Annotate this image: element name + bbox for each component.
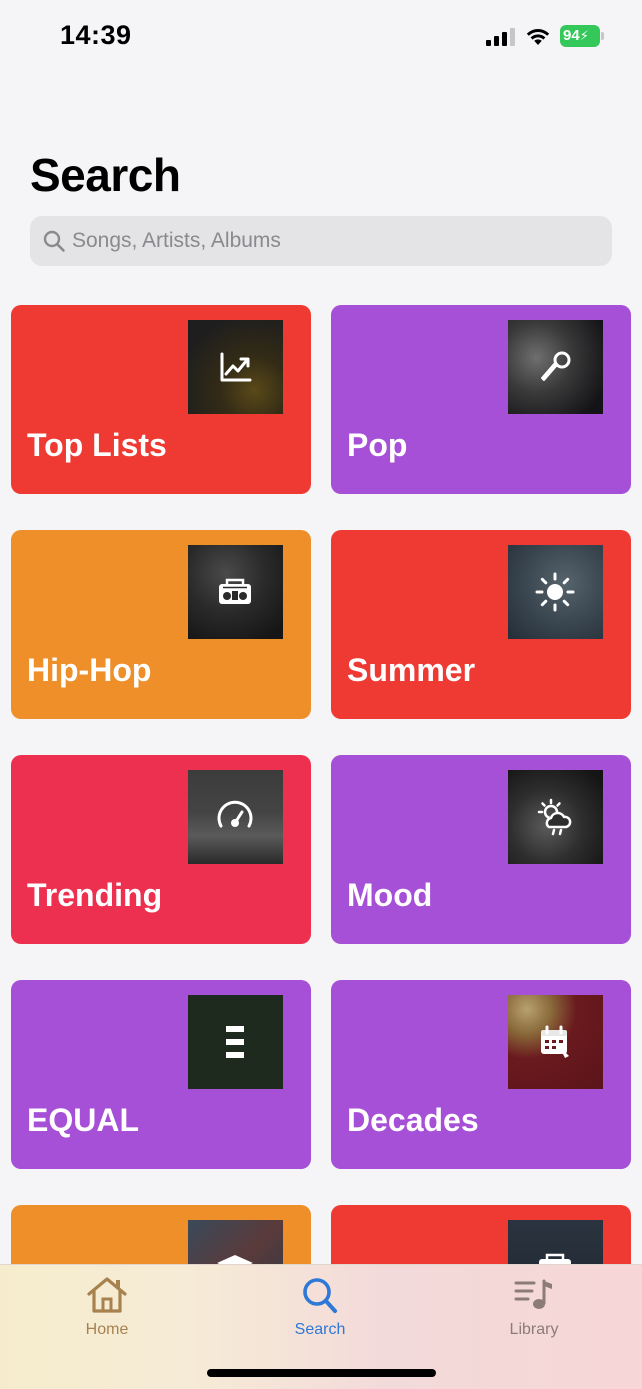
tab-home[interactable]: Home: [37, 1275, 177, 1345]
music-library-icon: [514, 1279, 552, 1309]
home-indicator[interactable]: [207, 1369, 436, 1377]
boombox-icon: [219, 578, 251, 604]
speedometer-icon: [217, 800, 253, 828]
category-artwork: [188, 1220, 283, 1264]
category-artwork: [508, 1220, 603, 1264]
category-card-decades[interactable]: Decades: [331, 980, 631, 1169]
category-card-pop[interactable]: Pop: [331, 305, 631, 494]
category-grid: Top Lists Pop Hip-Hop Summer Trending Mo…: [0, 0, 642, 1264]
category-artwork: [188, 770, 283, 864]
category-card-partial-left[interactable]: [11, 1205, 311, 1264]
category-artwork: [188, 995, 283, 1089]
category-card-partial-right[interactable]: [331, 1205, 631, 1264]
sun-cloud-rain-icon: [537, 798, 572, 836]
tab-library[interactable]: Library: [464, 1275, 604, 1345]
category-card-mood[interactable]: Mood: [331, 755, 631, 944]
category-card-top-lists[interactable]: Top Lists: [11, 305, 311, 494]
sun-icon: [535, 572, 575, 612]
category-label: Trending: [27, 877, 163, 913]
boombox-icon: [539, 1253, 571, 1264]
category-artwork: [508, 545, 603, 639]
category-label: Top Lists: [27, 427, 167, 463]
category-label: EQUAL: [27, 1102, 139, 1138]
category-artwork: [508, 770, 603, 864]
category-artwork: [188, 545, 283, 639]
magnifier-icon: [303, 1278, 337, 1313]
tab-label: Search: [294, 1321, 346, 1338]
category-card-hip-hop[interactable]: Hip-Hop: [11, 530, 311, 719]
chart-trend-icon: [220, 352, 252, 382]
category-label: Pop: [347, 427, 408, 463]
category-artwork: [508, 320, 603, 414]
category-label: Decades: [347, 1102, 479, 1138]
category-artwork: [188, 320, 283, 414]
category-label: Mood: [347, 877, 433, 913]
graduation-cap-icon: [217, 1255, 253, 1264]
category-label: Hip-Hop: [27, 652, 152, 688]
category-artwork: [508, 995, 603, 1089]
category-card-summer[interactable]: Summer: [331, 530, 631, 719]
category-card-trending[interactable]: Trending: [11, 755, 311, 944]
tab-label: Library: [509, 1321, 559, 1338]
category-label: Summer: [347, 652, 476, 688]
house-icon: [87, 1277, 127, 1313]
equal-bars-icon: [226, 1026, 244, 1058]
microphone-icon: [541, 351, 571, 381]
calendar-icon: [541, 1025, 569, 1058]
search-screen: 14:39 94⚡ Search Top: [0, 0, 642, 1389]
tab-search[interactable]: Search: [250, 1275, 390, 1345]
tab-label: Home: [85, 1321, 129, 1338]
category-card-equal[interactable]: EQUAL: [11, 980, 311, 1169]
